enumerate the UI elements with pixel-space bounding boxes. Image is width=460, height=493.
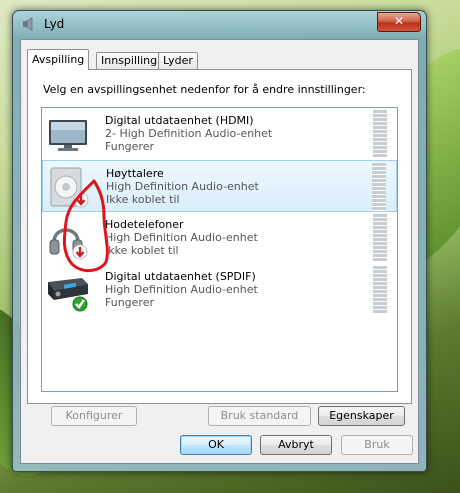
ok-button[interactable]: OK — [180, 435, 252, 455]
playback-panel: Velg en avspillingsenhet nedenfor for å … — [27, 69, 412, 426]
speaker-icon — [50, 167, 89, 208]
apply-button[interactable]: Bruk — [341, 435, 413, 455]
window-title: Lyd — [44, 17, 65, 31]
device-name: Hodetelefoner — [105, 218, 184, 231]
device-name: Høyttalere — [106, 167, 164, 180]
device-description: High Definition Audio-enhet — [106, 180, 259, 193]
device-status: Ikke koblet til — [106, 193, 180, 206]
instruction-text: Velg en avspillingsenhet nedenfor for å … — [43, 83, 366, 96]
list-item[interactable]: Høyttalere High Definition Audio-enhet I… — [42, 160, 397, 212]
device-name: Digital utdataenhet (SPDIF) — [105, 270, 256, 283]
configure-button[interactable]: Konfigurer — [51, 406, 137, 426]
title-bar[interactable]: Lyd ✕ — [13, 11, 426, 37]
device-description: High Definition Audio-enhet — [105, 283, 258, 296]
sound-dialog: Lyd ✕ Avspilling Innspilling Lyder Velg … — [12, 10, 427, 472]
device-status: Fungerer — [105, 140, 154, 153]
tab-sounds[interactable]: Lyder — [158, 52, 198, 70]
volume-meter — [373, 110, 387, 158]
set-default-button[interactable]: Bruk standard — [208, 406, 311, 426]
tab-recording[interactable]: Innspilling — [96, 52, 163, 70]
headphones-icon — [49, 228, 88, 260]
close-button[interactable]: ✕ — [377, 12, 421, 32]
monitor-icon — [49, 120, 87, 151]
tab-playback[interactable]: Avspilling — [27, 49, 90, 70]
receiver-icon — [48, 278, 88, 312]
device-description: High Definition Audio-enhet — [105, 231, 258, 244]
speaker-icon — [23, 17, 33, 31]
cancel-button[interactable]: Avbryt — [260, 435, 332, 455]
list-item[interactable]: Hodetelefoner High Definition Audio-enhe… — [42, 212, 397, 264]
list-item[interactable]: Digital utdataenhet (SPDIF) High Definit… — [42, 264, 397, 316]
volume-meter — [373, 266, 387, 314]
device-list[interactable]: Digital utdataenhet (HDMI) 2- High Defin… — [41, 107, 398, 392]
list-item[interactable]: Digital utdataenhet (HDMI) 2- High Defin… — [42, 108, 397, 160]
device-description: 2- High Definition Audio-enhet — [105, 127, 273, 140]
volume-meter — [372, 163, 386, 211]
volume-meter — [373, 214, 387, 262]
properties-button[interactable]: Egenskaper — [318, 406, 405, 426]
device-status: Ikke koblet til — [105, 244, 179, 257]
device-name: Digital utdataenhet (HDMI) — [105, 114, 254, 127]
dialog-client-area: Avspilling Innspilling Lyder Velg en avs… — [20, 39, 419, 464]
device-status: Fungerer — [105, 296, 154, 309]
